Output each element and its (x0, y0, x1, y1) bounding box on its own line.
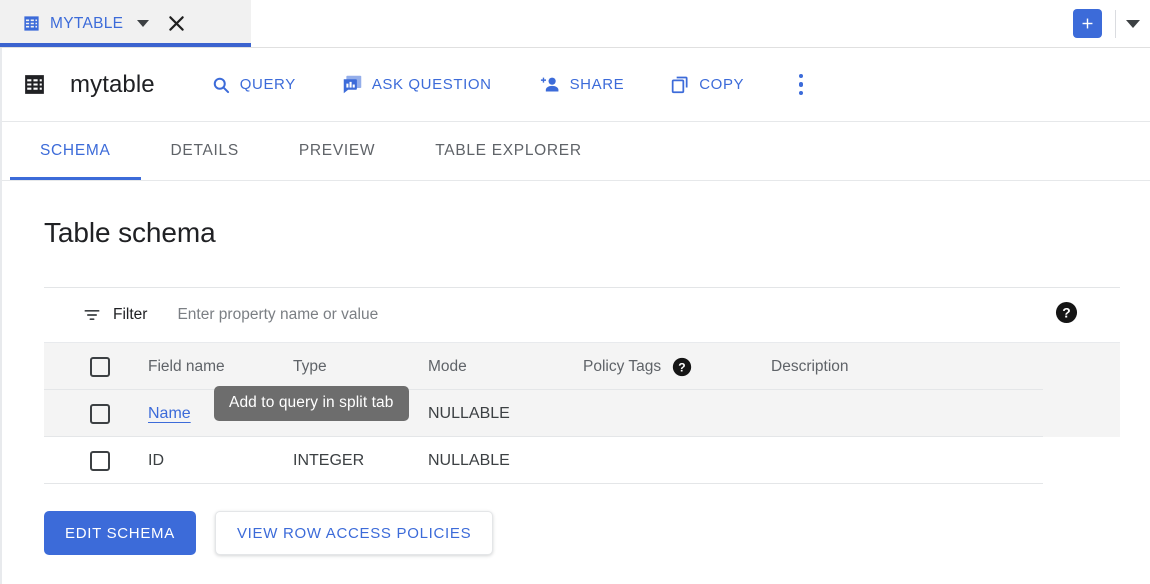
row-select-cell[interactable] (44, 404, 148, 424)
person-add-icon (538, 74, 561, 95)
schema-body: Table schema Filter ? (2, 217, 1150, 555)
column-header-description: Description (771, 358, 1120, 376)
tab-table-explorer-label: TABLE EXPLORER (435, 142, 581, 160)
column-header-policy-tags: Policy Tags ? (583, 357, 771, 377)
table-grid-icon (22, 72, 47, 97)
copy-button[interactable]: COPY (670, 75, 744, 95)
svg-text:?: ? (1062, 304, 1070, 320)
chart-bubble-icon (342, 74, 363, 95)
copy-button-label: COPY (699, 76, 744, 93)
table-header-toolbar: mytable QUERY (2, 48, 1150, 122)
select-all-checkbox[interactable] (90, 357, 110, 377)
page-title: Table schema (44, 217, 1120, 249)
copy-icon (670, 75, 690, 95)
cell-type: INTEGER (293, 452, 428, 470)
schema-table: Field name Type Mode Policy Tags ? Descr… (44, 343, 1120, 484)
filter-bar: Filter ? (44, 287, 1120, 343)
add-tab-button[interactable] (1073, 9, 1102, 38)
schema-actions: EDIT SCHEMA VIEW ROW ACCESS POLICIES (44, 511, 1120, 555)
tab-details-label: DETAILS (171, 142, 239, 160)
chevron-down-icon[interactable] (137, 20, 149, 27)
tab-schema[interactable]: SCHEMA (10, 122, 141, 180)
table-row[interactable]: ID INTEGER NULLABLE (44, 437, 1120, 484)
detail-tabs: SCHEMA DETAILS PREVIEW TABLE EXPLORER (2, 122, 1150, 181)
document-tab-label: MYTABLE (50, 15, 123, 33)
tooltip: Add to query in split tab (214, 386, 409, 421)
select-all-cell[interactable] (44, 357, 148, 377)
view-row-access-policies-button-label: VIEW ROW ACCESS POLICIES (237, 525, 471, 542)
cell-mode: NULLABLE (428, 405, 583, 423)
help-icon[interactable]: ? (672, 357, 692, 377)
tab-strip: MYTABLE (0, 0, 1150, 48)
row-checkbox[interactable] (90, 451, 110, 471)
column-header-field-name: Field name (148, 358, 293, 376)
table-row[interactable]: Name STRING NULLABLE (44, 390, 1120, 437)
plus-icon (1079, 15, 1096, 32)
edit-schema-button-label: EDIT SCHEMA (65, 525, 175, 542)
row-checkbox[interactable] (90, 404, 110, 424)
table-details-pane: mytable QUERY (0, 48, 1150, 584)
close-icon[interactable] (165, 13, 187, 35)
page-table-name: mytable (70, 71, 155, 99)
tab-preview-label: PREVIEW (299, 142, 375, 160)
toolbar-divider (1115, 10, 1116, 38)
query-button-label: QUERY (240, 76, 296, 93)
ask-question-button[interactable]: ASK QUESTION (342, 74, 492, 95)
document-tab-mytable[interactable]: MYTABLE (0, 0, 251, 47)
tab-details[interactable]: DETAILS (141, 122, 269, 180)
filter-label: Filter (113, 306, 147, 324)
cell-field-name[interactable]: ID (148, 452, 293, 470)
tab-schema-label: SCHEMA (40, 142, 111, 160)
chevron-down-icon[interactable] (1126, 20, 1140, 28)
field-name-link[interactable]: Name (148, 405, 191, 422)
tab-table-explorer[interactable]: TABLE EXPLORER (405, 122, 611, 180)
share-button[interactable]: SHARE (538, 74, 625, 95)
column-header-mode: Mode (428, 358, 583, 376)
share-button-label: SHARE (570, 76, 625, 93)
filter-input[interactable] (177, 306, 697, 324)
column-header-policy-tags-label: Policy Tags (583, 358, 661, 376)
help-icon[interactable]: ? (1055, 301, 1078, 329)
edit-schema-button[interactable]: EDIT SCHEMA (44, 511, 196, 555)
schema-table-header-row: Field name Type Mode Policy Tags ? Descr… (44, 343, 1120, 390)
cell-mode: NULLABLE (428, 452, 583, 470)
more-vert-icon[interactable] (790, 74, 812, 96)
tab-preview[interactable]: PREVIEW (269, 122, 405, 180)
tooltip-text: Add to query in split tab (229, 394, 394, 411)
search-icon (211, 75, 231, 95)
query-button[interactable]: QUERY (211, 75, 296, 95)
row-divider (44, 483, 1043, 484)
column-header-type: Type (293, 358, 428, 376)
row-select-cell[interactable] (44, 451, 148, 471)
view-row-access-policies-button[interactable]: VIEW ROW ACCESS POLICIES (215, 511, 493, 555)
svg-text:?: ? (678, 360, 685, 374)
table-grid-icon (22, 14, 41, 33)
tab-strip-controls (1073, 0, 1150, 47)
filter-list-icon (82, 305, 102, 325)
ask-question-button-label: ASK QUESTION (372, 76, 492, 93)
